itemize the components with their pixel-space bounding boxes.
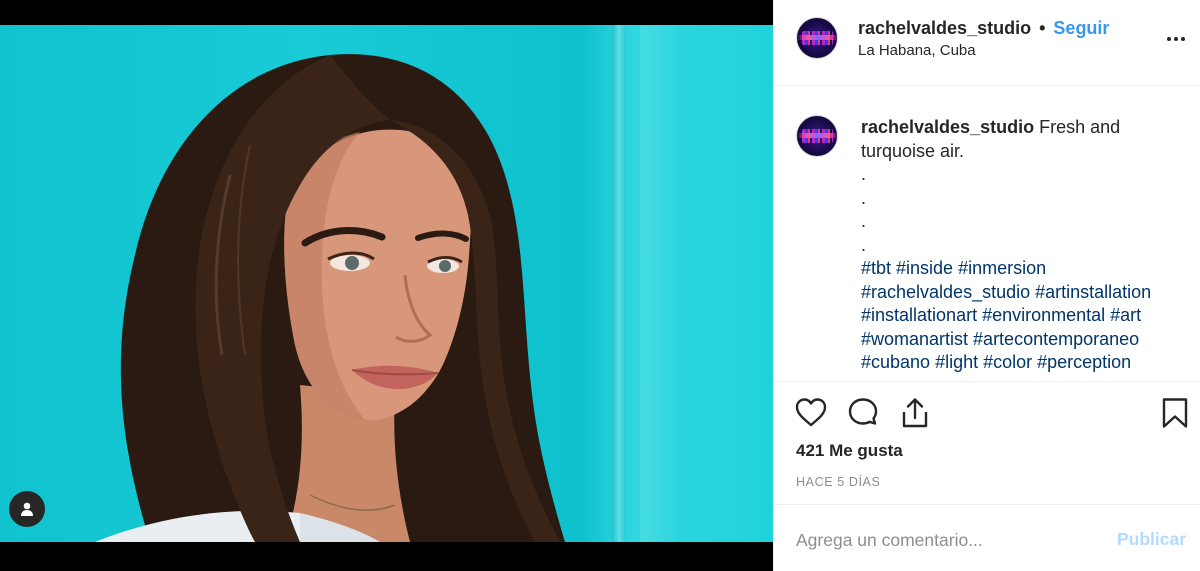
like-button[interactable] xyxy=(794,396,828,430)
caption-dot-line: . xyxy=(861,187,867,208)
tagged-users-button[interactable] xyxy=(9,491,45,527)
post-photo[interactable] xyxy=(0,25,773,542)
post-header-line: rachelvaldes_studio • Seguir xyxy=(858,18,1109,39)
comment-bubble-icon xyxy=(848,398,878,425)
caption-dot-line: . xyxy=(861,211,867,231)
save-button[interactable] xyxy=(1158,396,1192,430)
share-icon xyxy=(902,398,928,428)
share-button[interactable] xyxy=(898,396,932,430)
avatar-glow xyxy=(797,133,837,138)
post-header: rachelvaldes_studio • Seguir La Habana, … xyxy=(774,0,1200,86)
heart-icon xyxy=(795,398,827,427)
separator-dot: • xyxy=(1039,18,1046,38)
portrait-illustration xyxy=(95,54,566,542)
more-options-icon xyxy=(1167,37,1185,41)
hashtag-line[interactable]: #installationart #environmental #art xyxy=(861,304,1191,328)
user-icon xyxy=(21,502,33,516)
more-options-button[interactable] xyxy=(1164,26,1188,50)
bookmark-icon xyxy=(1162,398,1188,428)
avatar-glow xyxy=(797,35,837,40)
hashtag-line[interactable]: #rachelvaldes_studio #artinstallation xyxy=(861,281,1191,305)
location-link[interactable]: La Habana, Cuba xyxy=(858,42,976,59)
comment-form: Publicar xyxy=(774,504,1200,571)
publish-button[interactable]: Publicar xyxy=(1117,529,1186,550)
action-bar xyxy=(774,396,1200,432)
follow-button[interactable]: Seguir xyxy=(1053,18,1109,38)
hashtag-line[interactable]: #womanartist #artecontemporaneo xyxy=(861,328,1191,352)
username-link[interactable]: rachelvaldes_studio xyxy=(858,18,1031,38)
caption-section: rachelvaldes_studio Fresh and turquoise … xyxy=(774,87,1200,382)
hashtag-line[interactable]: #cubano #light #color #perception xyxy=(861,351,1191,375)
hashtag-line[interactable]: #tbt #inside #inmersion xyxy=(861,257,1191,281)
caption-text: rachelvaldes_studio Fresh and turquoise … xyxy=(861,116,1191,375)
post-timestamp[interactable]: HACE 5 DÍAS xyxy=(796,475,880,489)
like-count[interactable]: 421 Me gusta xyxy=(796,441,903,461)
avatar[interactable] xyxy=(796,17,838,59)
caption-author-link[interactable]: rachelvaldes_studio xyxy=(861,117,1034,137)
caption-dot-line: . xyxy=(861,164,867,184)
caption-avatar[interactable] xyxy=(796,115,838,157)
comment-button[interactable] xyxy=(846,396,880,430)
caption-dot-line: . xyxy=(861,234,867,255)
comment-input[interactable] xyxy=(796,527,1106,553)
post-media xyxy=(0,0,773,571)
post-sidebar: rachelvaldes_studio • Seguir La Habana, … xyxy=(773,0,1200,571)
